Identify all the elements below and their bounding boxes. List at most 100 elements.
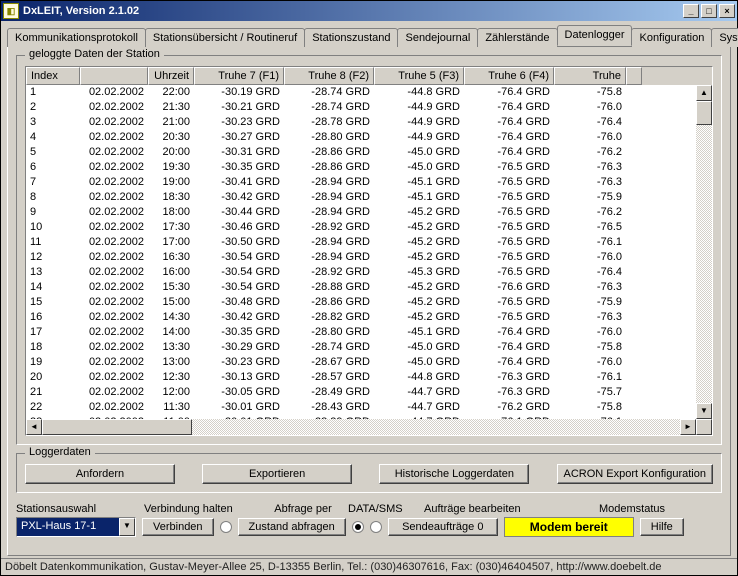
table-cell: -76.1 <box>554 370 626 385</box>
scroll-track-h[interactable] <box>192 419 680 435</box>
table-cell: -76.0 <box>554 100 626 115</box>
scroll-left-icon[interactable]: ◄ <box>26 419 42 435</box>
table-row[interactable]: 2002.02.200212:30-30.13 GRD-28.57 GRD-44… <box>26 370 626 385</box>
table-row[interactable]: 1202.02.200216:30-30.54 GRD-28.94 GRD-45… <box>26 250 626 265</box>
tab-panel-datenlogger: geloggte Daten der Station Index Uhrzeit… <box>7 47 731 556</box>
col-uhrzeit[interactable]: Uhrzeit <box>148 67 194 85</box>
grid-groupbox: geloggte Daten der Station Index Uhrzeit… <box>16 55 722 445</box>
table-cell: -28.78 GRD <box>284 115 374 130</box>
scroll-track-v[interactable] <box>696 125 712 403</box>
col-truhe6[interactable]: Truhe 6 (F4) <box>464 67 554 85</box>
table-cell: 21:00 <box>148 115 194 130</box>
table-row[interactable]: 1702.02.200214:00-30.35 GRD-28.80 GRD-45… <box>26 325 626 340</box>
table-cell: -75.9 <box>554 295 626 310</box>
hilfe-button[interactable]: Hilfe <box>640 518 684 536</box>
table-cell: 20:00 <box>148 145 194 160</box>
tab-datenlogger[interactable]: Datenlogger <box>557 25 633 46</box>
table-row[interactable]: 1802.02.200213:30-30.29 GRD-28.74 GRD-45… <box>26 340 626 355</box>
table-row[interactable]: 102.02.200222:00-30.19 GRD-28.74 GRD-44.… <box>26 85 626 100</box>
minimize-button[interactable]: _ <box>683 4 699 18</box>
close-button[interactable]: × <box>719 4 735 18</box>
scroll-up-icon[interactable]: ▲ <box>696 85 712 101</box>
table-row[interactable]: 402.02.200220:30-30.27 GRD-28.80 GRD-44.… <box>26 130 626 145</box>
titlebar[interactable]: ◧ DxLEIT, Version 2.1.02 _ □ × <box>1 1 737 21</box>
col-truhe7[interactable]: Truhe 7 (F1) <box>194 67 284 85</box>
table-cell: 02.02.2002 <box>80 265 148 280</box>
table-row[interactable]: 1402.02.200215:30-30.54 GRD-28.88 GRD-45… <box>26 280 626 295</box>
statusbar: Döbelt Datenkommunikation, Gustav-Meyer-… <box>1 558 737 575</box>
table-cell: 02.02.2002 <box>80 385 148 400</box>
scroll-thumb-v[interactable] <box>696 101 712 125</box>
data-grid[interactable]: Index Uhrzeit Truhe 7 (F1) Truhe 8 (F2) … <box>25 66 713 436</box>
col-index[interactable]: Index <box>26 67 80 85</box>
table-cell: -28.86 GRD <box>284 295 374 310</box>
col-truhe5[interactable]: Truhe 5 (F3) <box>374 67 464 85</box>
scroll-thumb-h[interactable] <box>42 419 192 435</box>
vertical-scrollbar[interactable]: ▲ ▼ <box>696 85 712 419</box>
table-cell: 02.02.2002 <box>80 235 148 250</box>
table-cell: -76.3 GRD <box>464 370 554 385</box>
sendeauftraege-button[interactable]: Sendeaufträge 0 <box>388 518 498 536</box>
chevron-down-icon[interactable]: ▼ <box>119 518 135 536</box>
table-cell: 12 <box>26 250 80 265</box>
maximize-button[interactable]: □ <box>701 4 717 18</box>
scroll-right-icon[interactable]: ► <box>680 419 696 435</box>
table-row[interactable]: 1102.02.200217:00-30.50 GRD-28.94 GRD-45… <box>26 235 626 250</box>
table-row[interactable]: 902.02.200218:00-30.44 GRD-28.94 GRD-45.… <box>26 205 626 220</box>
tab-system[interactable]: System <box>711 28 738 47</box>
table-row[interactable]: 302.02.200221:00-30.23 GRD-28.78 GRD-44.… <box>26 115 626 130</box>
table-cell: -76.4 GRD <box>464 340 554 355</box>
table-row[interactable]: 2202.02.200211:30-30.01 GRD-28.43 GRD-44… <box>26 400 626 415</box>
table-cell: -28.94 GRD <box>284 190 374 205</box>
table-cell: -30.21 GRD <box>194 100 284 115</box>
table-row[interactable]: 502.02.200220:00-30.31 GRD-28.86 GRD-45.… <box>26 145 626 160</box>
table-cell: -76.1 <box>554 415 626 419</box>
tab-sendejournal[interactable]: Sendejournal <box>397 28 478 47</box>
table-cell: 16:00 <box>148 265 194 280</box>
historische-button[interactable]: Historische Loggerdaten <box>379 464 529 484</box>
verbindung-halten-radio[interactable] <box>220 521 232 533</box>
table-cell: 02.02.2002 <box>80 115 148 130</box>
tab-zaehlerstaende[interactable]: Zählerstände <box>477 28 557 47</box>
table-cell: -44.8 GRD <box>374 370 464 385</box>
col-date[interactable] <box>80 67 148 85</box>
table-cell: -30.50 GRD <box>194 235 284 250</box>
table-cell: -28.80 GRD <box>284 130 374 145</box>
table-row[interactable]: 1902.02.200213:00-30.23 GRD-28.67 GRD-45… <box>26 355 626 370</box>
table-row[interactable]: 1602.02.200214:30-30.42 GRD-28.82 GRD-45… <box>26 310 626 325</box>
zustand-abfragen-button[interactable]: Zustand abfragen <box>238 518 346 536</box>
table-row[interactable]: 202.02.200221:30-30.21 GRD-28.74 GRD-44.… <box>26 100 626 115</box>
table-cell: -30.19 GRD <box>194 85 284 100</box>
table-cell: 15:00 <box>148 295 194 310</box>
col-truhe8[interactable]: Truhe 8 (F2) <box>284 67 374 85</box>
table-cell: 02.02.2002 <box>80 400 148 415</box>
table-cell: -76.5 GRD <box>464 235 554 250</box>
tab-konfiguration[interactable]: Konfiguration <box>631 28 712 47</box>
tab-stationszustand[interactable]: Stationszustand <box>304 28 398 47</box>
horizontal-scrollbar[interactable]: ◄ ► <box>26 419 712 435</box>
table-cell: 11:00 <box>148 415 194 419</box>
table-cell: -28.92 GRD <box>284 220 374 235</box>
anfordern-button[interactable]: Anfordern <box>25 464 175 484</box>
station-combo[interactable]: PXL-Haus 17-1 ▼ <box>16 517 136 537</box>
abfrage-sms-radio[interactable] <box>370 521 382 533</box>
table-row[interactable]: 2102.02.200212:00-30.05 GRD-28.49 GRD-44… <box>26 385 626 400</box>
table-row[interactable]: 1002.02.200217:30-30.46 GRD-28.92 GRD-45… <box>26 220 626 235</box>
exportieren-button[interactable]: Exportieren <box>202 464 352 484</box>
verbinden-button[interactable]: Verbinden <box>142 518 214 536</box>
table-row[interactable]: 2302.02.200211:00-30.01 GRD-28.39 GRD-44… <box>26 415 626 419</box>
table-row[interactable]: 602.02.200219:30-30.35 GRD-28.86 GRD-45.… <box>26 160 626 175</box>
table-row[interactable]: 1502.02.200215:00-30.48 GRD-28.86 GRD-45… <box>26 295 626 310</box>
table-cell: -45.3 GRD <box>374 265 464 280</box>
tab-stationsuebersicht[interactable]: Stationsübersicht / Routineruf <box>145 28 305 47</box>
acron-button[interactable]: ACRON Export Konfiguration <box>557 464 713 484</box>
abfrage-data-radio[interactable] <box>352 521 364 533</box>
scroll-down-icon[interactable]: ▼ <box>696 403 712 419</box>
col-truhe-extra[interactable]: Truhe <box>554 67 626 85</box>
table-row[interactable]: 702.02.200219:00-30.41 GRD-28.94 GRD-45.… <box>26 175 626 190</box>
table-row[interactable]: 1302.02.200216:00-30.54 GRD-28.92 GRD-45… <box>26 265 626 280</box>
table-cell: -30.42 GRD <box>194 310 284 325</box>
grid-body[interactable]: 102.02.200222:00-30.19 GRD-28.74 GRD-44.… <box>26 85 712 419</box>
tab-kommunikationsprotokoll[interactable]: Kommunikationsprotokoll <box>7 28 146 47</box>
table-row[interactable]: 802.02.200218:30-30.42 GRD-28.94 GRD-45.… <box>26 190 626 205</box>
